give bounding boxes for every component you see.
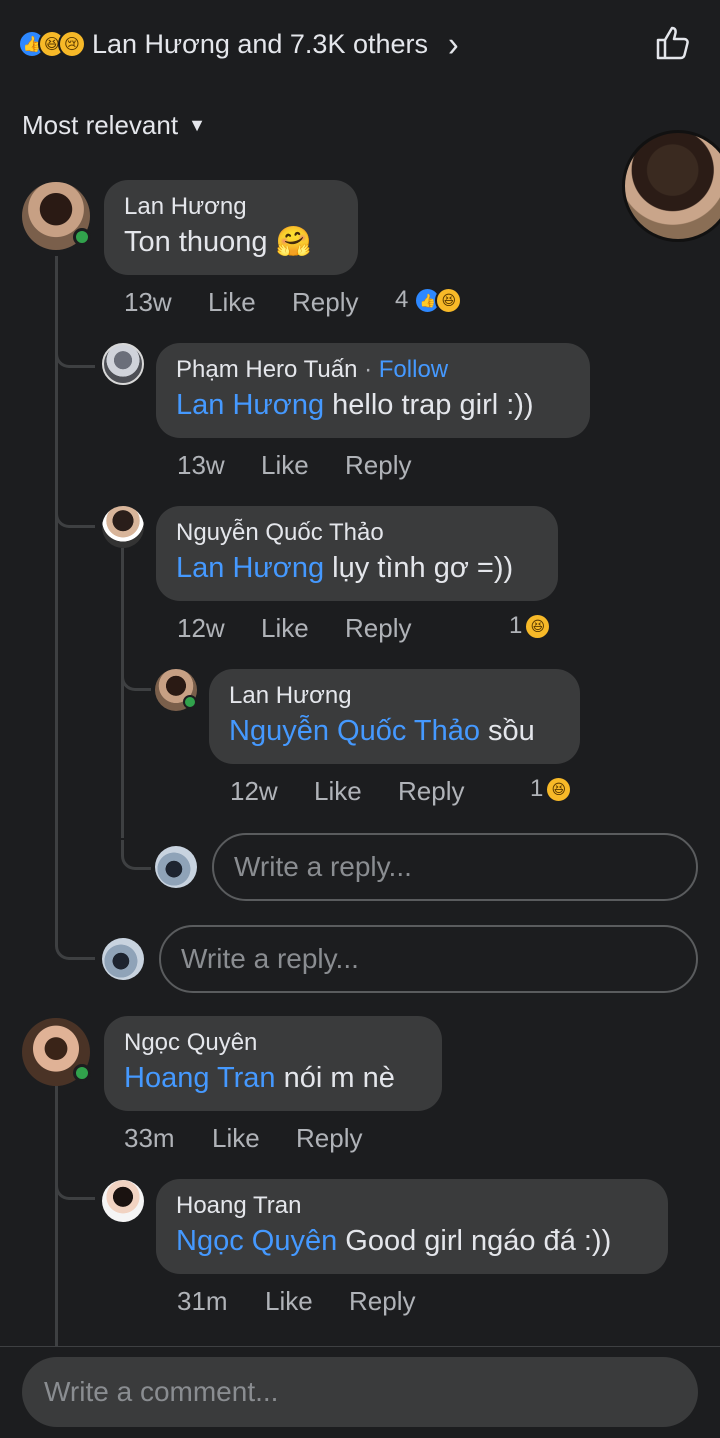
comment-actions: 33m Like Reply — [124, 1123, 362, 1154]
reaction-count-number: 1 — [530, 775, 544, 802]
reply-input[interactable]: Write a reply... — [212, 833, 698, 901]
like-button[interactable]: Like — [208, 287, 292, 318]
comment-bubble[interactable]: Hoang Tran Ngọc Quyên Good girl ngáo đá … — [156, 1179, 668, 1274]
like-button[interactable]: Like — [212, 1123, 296, 1154]
comment-text: Nguyễn Quốc Thảo sồu — [229, 711, 560, 751]
reply-button[interactable]: Reply — [296, 1123, 362, 1154]
thread-connector — [121, 665, 151, 691]
floating-chat-head-avatar[interactable] — [622, 130, 720, 242]
reply-input-placeholder: Write a reply... — [234, 851, 412, 882]
like-button[interactable]: Like — [261, 450, 345, 481]
online-status-dot — [73, 228, 91, 246]
like-button[interactable]: Like — [265, 1286, 349, 1317]
reaction-count-number: 1 — [509, 612, 523, 639]
comment-actions: 13w Like Reply — [177, 450, 411, 481]
comment-author[interactable]: Nguyễn Quốc Thảo — [176, 518, 538, 548]
comment-text-body: hello trap girl :)) — [324, 389, 534, 421]
comment-text: Ton thuong 🤗 — [124, 226, 312, 258]
comment-time: 31m — [177, 1286, 228, 1316]
mention-link[interactable]: Hoang Tran — [124, 1062, 276, 1094]
online-status-dot — [73, 1064, 91, 1082]
comment-bubble[interactable]: Nguyễn Quốc Thảo Lan Hương lụy tình gơ =… — [156, 506, 558, 601]
comment-input[interactable]: Write a comment... — [22, 1357, 698, 1427]
reaction-count-number: 4 — [395, 286, 409, 313]
chevron-right-icon: › — [448, 23, 459, 64]
comment-text: Ngọc Quyên Good girl ngáo đá :)) — [176, 1221, 648, 1261]
avatar[interactable] — [102, 343, 144, 385]
comment-text-body: Good girl ngáo đá :)) — [337, 1225, 612, 1257]
comment-author[interactable]: Phạm Hero Tuấn — [176, 356, 357, 383]
thread-connector — [55, 500, 95, 528]
reply-button[interactable]: Reply — [345, 450, 411, 481]
sort-dropdown[interactable]: Most relevant ▼ — [22, 110, 206, 141]
like-button[interactable]: Like — [314, 776, 398, 807]
reactions-summary[interactable]: 👍 😆 😢 Lan Hương and 7.3K others › — [18, 24, 459, 64]
avatar[interactable] — [102, 506, 144, 548]
comment-author[interactable]: Hoang Tran — [176, 1191, 648, 1221]
comment-input-placeholder: Write a comment... — [44, 1376, 279, 1407]
like-thumb-icon[interactable] — [652, 22, 692, 62]
reply-button[interactable]: Reply — [398, 776, 464, 807]
reply-input-placeholder: Write a reply... — [181, 943, 359, 974]
comment-text-body: sồu — [479, 715, 535, 747]
comment-text: Lan Hương hello trap girl :)) — [176, 385, 570, 425]
thread-connector — [55, 930, 95, 960]
thread-line — [121, 548, 124, 838]
comment-actions: 12w Like Reply — [230, 776, 464, 807]
reaction-count[interactable]: 1 😆 — [509, 612, 552, 640]
thread-connector — [121, 840, 151, 870]
sad-icon: 😢 — [58, 30, 86, 58]
comment-actions: 13w Like Reply — [124, 287, 358, 318]
reactions-summary-text: Lan Hương and 7.3K others — [92, 28, 428, 59]
comment-actions: 12w Like Reply — [177, 613, 411, 644]
comment-author[interactable]: Lan Hương — [124, 192, 338, 222]
mention-link[interactable]: Ngọc Quyên — [176, 1225, 337, 1257]
comment-bubble[interactable]: Lan Hương Nguyễn Quốc Thảo sồu — [209, 669, 580, 764]
thread-line — [55, 1086, 58, 1346]
comment-bubble[interactable]: Ngọc Quyên Hoang Tran nói m nè — [104, 1016, 442, 1111]
comment-author[interactable]: Lan Hương — [229, 681, 560, 711]
reaction-count[interactable]: 4 👍 😆 — [395, 286, 463, 314]
comment-author[interactable]: Ngọc Quyên — [124, 1028, 422, 1058]
thread-connector — [55, 1175, 95, 1200]
reply-button[interactable]: Reply — [292, 287, 358, 318]
mention-link[interactable]: Lan Hương — [176, 552, 324, 584]
mention-link[interactable]: Lan Hương — [176, 389, 324, 421]
haha-icon: 😆 — [435, 286, 463, 314]
comment-time: 13w — [124, 287, 172, 317]
chevron-down-icon: ▼ — [188, 115, 206, 135]
mention-link[interactable]: Nguyễn Quốc Thảo — [229, 715, 480, 747]
online-status-dot — [183, 695, 197, 709]
comment-actions: 31m Like Reply — [177, 1286, 415, 1317]
avatar — [102, 938, 144, 980]
thread-connector — [55, 340, 95, 368]
comment-text-body: nói m nè — [275, 1062, 395, 1094]
reaction-count[interactable]: 1 😆 — [530, 775, 573, 803]
comment-text-body: lụy tình gơ =)) — [324, 552, 514, 584]
like-button[interactable]: Like — [261, 613, 345, 644]
comment-bubble[interactable]: Lan Hương Ton thuong 🤗 — [104, 180, 358, 275]
comment-time: 13w — [177, 450, 225, 480]
comment-bubble[interactable]: Phạm Hero Tuấn · Follow Lan Hương hello … — [156, 343, 590, 438]
haha-icon: 😆 — [545, 775, 573, 803]
comment-text: Hoang Tran nói m nè — [124, 1058, 422, 1098]
haha-icon: 😆 — [524, 612, 552, 640]
follow-button[interactable]: Follow — [379, 356, 448, 383]
avatar — [155, 846, 197, 888]
comment-time: 12w — [230, 776, 278, 806]
reply-button[interactable]: Reply — [349, 1286, 415, 1317]
avatar[interactable] — [102, 1180, 144, 1222]
reply-input[interactable]: Write a reply... — [159, 925, 698, 993]
sort-label: Most relevant — [22, 110, 179, 140]
comment-time: 12w — [177, 613, 225, 643]
comment-author-line: Phạm Hero Tuấn · Follow — [176, 356, 449, 383]
comment-time: 33m — [124, 1123, 175, 1153]
comment-text: Lan Hương lụy tình gơ =)) — [176, 548, 538, 588]
reply-button[interactable]: Reply — [345, 613, 411, 644]
